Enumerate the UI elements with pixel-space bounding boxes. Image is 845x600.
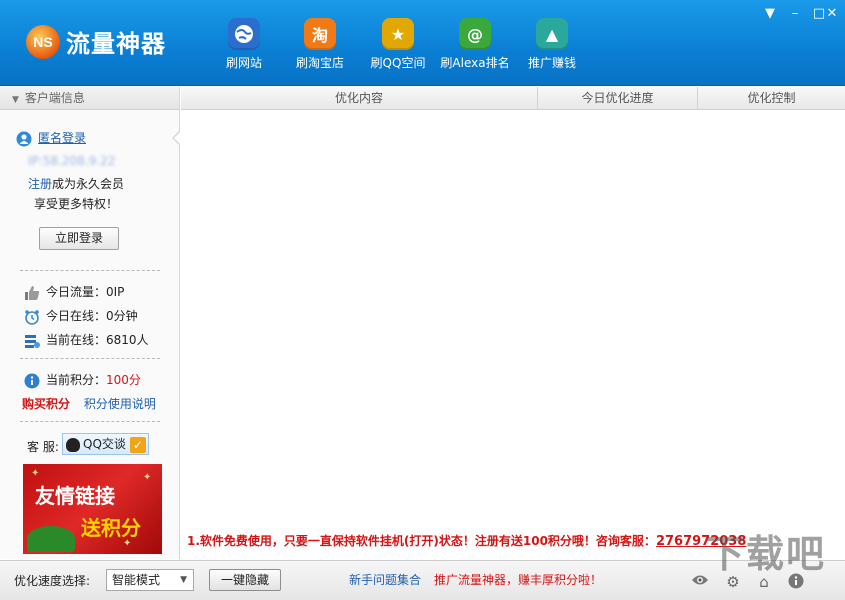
privilege-text: 享受更多特权！ — [34, 197, 119, 211]
nav-label: 刷Alexa排名 — [440, 56, 510, 70]
login-now-button[interactable]: 立即登录 — [39, 227, 119, 250]
notice-text: 1.软件免费使用，只要一直保持软件挂机(打开)状态！注册有送100积分哦！咨询客… — [187, 532, 746, 549]
register-text: 成为永久会员 — [52, 177, 125, 191]
app-logo: NS 流量神器 — [26, 24, 166, 59]
logo-icon: NS — [26, 24, 60, 59]
banner-line1: 友情链接 — [35, 484, 115, 508]
current-online: 当前在线：6810人 — [46, 333, 149, 347]
alexa-icon: @ — [459, 18, 491, 50]
online-users-icon — [24, 333, 40, 349]
menu-dropdown-icon[interactable]: ▼ — [758, 4, 782, 24]
qq-chat-button[interactable]: QQ交谈 ✓ — [62, 433, 149, 455]
site-watermark: 下载吧 — [706, 532, 827, 576]
banner-line2: 送积分 — [81, 516, 141, 540]
buy-points-link[interactable]: 购买积分 — [22, 397, 70, 411]
today-traffic: 今日流量：0IP — [46, 285, 125, 299]
nav-label: 推广赚钱 — [527, 56, 576, 70]
gift-decoration — [27, 526, 75, 552]
anonymous-login-link[interactable]: 匿名登录 — [38, 131, 86, 145]
points-help-link[interactable]: 积分使用说明 — [84, 397, 156, 411]
nav-label: 刷网站 — [225, 56, 262, 70]
column-header-control: 优化控制 — [747, 91, 796, 105]
client-info-title: 客户端信息 — [24, 91, 85, 105]
close-button[interactable]: ✕ — [820, 4, 844, 24]
alarm-clock-icon — [24, 309, 40, 325]
task-table-header: 优化内容 今日优化进度 优化控制 — [181, 87, 845, 110]
nav-label: 刷淘宝店 — [295, 56, 344, 70]
column-header-progress: 今日优化进度 — [538, 87, 698, 110]
thumbs-up-icon — [24, 285, 40, 301]
points-value: 100分 — [106, 373, 141, 387]
chevron-down-icon: ▼ — [180, 575, 187, 585]
check-icon: ✓ — [129, 436, 146, 453]
divider — [20, 421, 160, 422]
globe-icon — [228, 18, 260, 50]
ip-address: IP:58.208.9.22 — [28, 154, 116, 168]
taobao-icon: 淘 — [304, 18, 336, 50]
client-info-header[interactable]: ▼ 客户端信息 — [0, 87, 179, 110]
nav-brush-alexa[interactable]: @ 刷Alexa排名 — [440, 18, 510, 71]
speed-mode-select[interactable]: 智能模式 ▼ — [106, 569, 194, 591]
beginner-faq-link[interactable]: 新手问题集合 — [349, 571, 421, 588]
speed-mode-value: 智能模式 — [112, 573, 161, 587]
nav-brush-taobao[interactable]: 淘 刷淘宝店 — [285, 18, 355, 71]
app-title: 流量神器 — [66, 30, 166, 58]
collapse-arrow-icon: ▼ — [12, 95, 19, 105]
service-label: 客 服: — [27, 440, 59, 454]
one-click-hide-button[interactable]: 一键隐藏 — [209, 569, 281, 591]
nav-brush-qzone[interactable]: ★ 刷QQ空间 — [363, 18, 433, 71]
column-header-content: 优化内容 — [181, 87, 538, 110]
speed-label: 优化速度选择: — [14, 574, 91, 588]
user-icon — [16, 131, 32, 147]
qq-chat-label: QQ交谈 — [83, 437, 126, 451]
promote-link[interactable]: 推广流量神器，赚丰厚积分啦！ — [434, 571, 602, 588]
info-icon — [24, 373, 40, 389]
divider — [20, 270, 160, 271]
nav-promote-earn[interactable]: ▲ 推广赚钱 — [517, 18, 587, 71]
client-info-panel: ▼ 客户端信息 匿名登录 IP:58.208.9.22 注册成为永久会员 享受更多… — [0, 87, 180, 559]
penguin-icon — [66, 437, 80, 452]
rocket-icon: ▲ — [536, 18, 568, 50]
register-link[interactable]: 注册 — [28, 177, 52, 191]
divider — [20, 358, 160, 359]
nav-label: 刷QQ空间 — [370, 56, 426, 70]
star-icon: ★ — [382, 18, 414, 50]
today-online: 今日在线：0分钟 — [46, 309, 138, 323]
title-bar: NS 流量神器 刷网站 淘 刷淘宝店 ★ 刷QQ空间 @ 刷Alexa排名 ▲ … — [0, 0, 845, 86]
nav-brush-website[interactable]: 刷网站 — [209, 18, 279, 71]
points-label: 当前积分： — [46, 373, 107, 387]
friend-links-banner[interactable]: ✦ ✦ ✦ ✦ 友情链接 送积分 — [23, 464, 162, 554]
notice-message: 1.软件免费使用，只要一直保持软件挂机(打开)状态！注册有送100积分哦！咨询客… — [187, 534, 656, 548]
